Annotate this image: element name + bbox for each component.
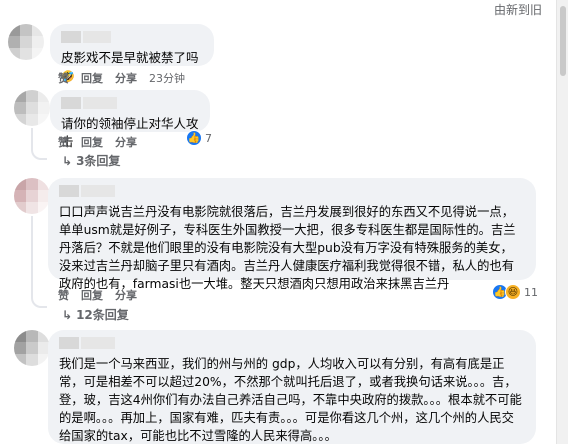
thread-line [31,216,33,296]
comment-text: 口口声声说吉兰丹没有电影院就很落后，吉兰丹发展到很好的东西又不见得说一点，单单u… [59,205,516,291]
reply-button[interactable]: 回复 [81,287,103,303]
scrollbar-thumb[interactable] [560,6,566,76]
commenter-name-redacted[interactable] [59,185,525,199]
share-button[interactable]: 分享 [115,70,137,86]
view-replies-button[interactable]: ↳ 3条回复 [62,152,120,169]
reply-arrow-icon: ↳ [62,307,73,322]
comment-actions: 赞 回复 分享 [58,287,137,303]
reaction-summary[interactable]: 👍 😆 11 [492,284,538,300]
comment-bubble: 口口声声说吉兰丹没有电影院就很落后，吉兰丹发展到很好的东西又不见得说一点，单单u… [48,178,536,291]
thread-curve [31,146,47,160]
scrollbar[interactable] [556,0,568,444]
comment-bubble: 我们是一个马来西亚，我们的州与州的 gdp，人均收入可以有分别，有高有底是正常，… [48,330,536,444]
like-reaction-icon: 👍 [186,130,202,146]
commenter-name-redacted[interactable] [61,97,199,111]
like-button[interactable]: 赞 [58,287,69,303]
reply-button[interactable]: 回复 [81,134,103,150]
comment-text: 皮影戏不是早就被禁了吗 [61,50,199,65]
reaction-count: 11 [524,285,538,299]
reaction-count: 7 [205,131,212,145]
reply-arrow-icon: ↳ [62,153,73,168]
reaction-summary[interactable]: 👍 7 [186,130,212,146]
comment-bubble: 皮影戏不是早就被禁了吗🤣 [50,24,214,83]
share-button[interactable]: 分享 [115,287,137,303]
avatar[interactable] [14,330,50,366]
commenter-name-redacted[interactable] [59,337,525,351]
replies-count-label: 12条回复 [76,308,129,322]
comment-actions: 赞 回复 分享 [58,134,137,150]
reply-button[interactable]: 回复 [81,70,103,86]
avatar[interactable] [8,24,44,60]
comment-actions: 赞 回复 分享 23分钟 [58,70,185,86]
comment-bubble: 请你的领袖停止对华人攻击 [50,90,210,149]
avatar[interactable] [14,178,50,214]
haha-reaction-icon: 😆 [505,284,521,300]
commenter-name-redacted[interactable] [61,31,203,45]
like-button[interactable]: 赞 [58,70,69,86]
thread-curve [31,294,47,308]
share-button[interactable]: 分享 [115,134,137,150]
avatar[interactable] [14,90,50,126]
like-button[interactable]: 赞 [58,134,69,150]
replies-count-label: 3条回复 [76,154,121,168]
timestamp[interactable]: 23分钟 [149,70,185,86]
sort-newest-link[interactable]: 由新到旧 [494,1,542,18]
comment-text: 我们是一个马来西亚，我们的州与州的 gdp，人均收入可以有分别，有高有底是正常，… [59,357,522,443]
view-replies-button[interactable]: ↳ 12条回复 [62,306,129,323]
